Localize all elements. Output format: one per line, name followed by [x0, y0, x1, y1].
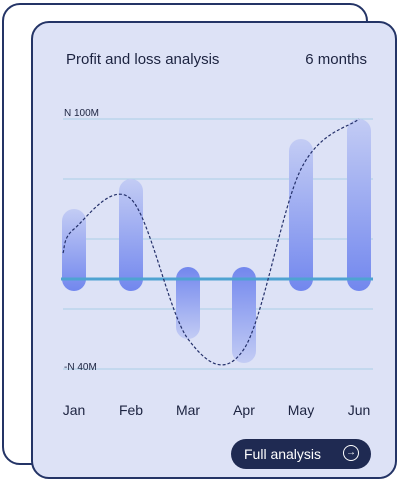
pnl-chart: N 100M -N 40M Jan Feb Mar Apr May Jun: [61, 108, 373, 418]
x-tick-label-mar: Mar: [176, 402, 200, 418]
x-tick-label-jan: Jan: [63, 402, 86, 418]
arrow-right-circle-icon: →: [343, 445, 359, 461]
bar-feb[interactable]: [119, 179, 143, 291]
bar-may[interactable]: [289, 139, 313, 291]
x-tick-label-jun: Jun: [348, 402, 371, 418]
pnl-card: Profit and loss analysis 6 months N 100M…: [31, 21, 397, 479]
y-tick-label: -N 40M: [64, 362, 97, 373]
bars: [62, 119, 371, 363]
gridlines: [63, 118, 373, 370]
bar-jun[interactable]: [347, 119, 371, 291]
full-analysis-label: Full analysis: [244, 446, 322, 462]
full-analysis-button[interactable]: Full analysis →: [231, 439, 371, 469]
x-tick-label-may: May: [288, 402, 314, 418]
trend-curve: [62, 118, 360, 366]
trend-line: [62, 118, 360, 366]
y-tick-label: N 100M: [64, 108, 99, 119]
x-tick-label-feb: Feb: [119, 402, 143, 418]
x-tick-label-apr: Apr: [233, 402, 255, 418]
x-axis-labels: Jan Feb Mar Apr May Jun: [63, 402, 371, 418]
